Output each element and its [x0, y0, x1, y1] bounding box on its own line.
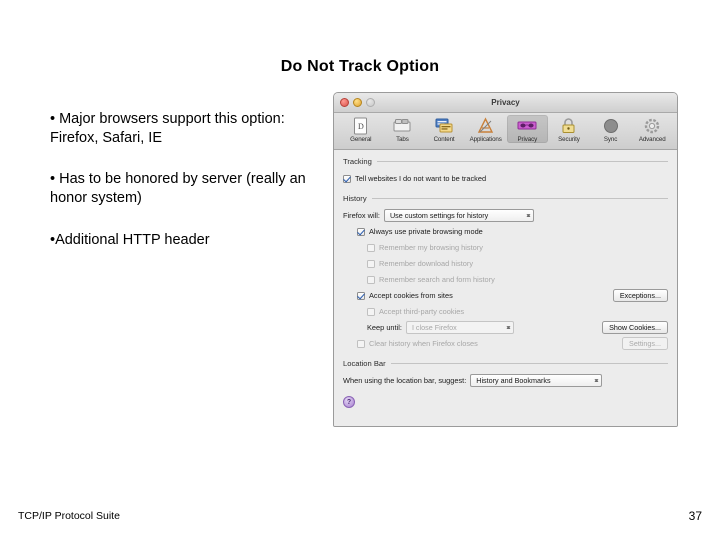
content-icon [423, 116, 465, 135]
toolbar-item-applications[interactable]: Applications [465, 115, 507, 143]
toolbar-item-sync[interactable]: Sync [590, 115, 632, 143]
toolbar-item-tabs[interactable]: Tabs [382, 115, 424, 143]
accept-cookies-row: Accept cookies from sites Exceptions... [357, 289, 668, 302]
toolbar-label: Tabs [396, 136, 409, 143]
toolbar-label: General [350, 136, 372, 143]
firefox-will-value: Use custom settings for history [389, 211, 489, 220]
bullet-list: • Major browsers support this option: Fi… [50, 110, 315, 272]
do-not-track-row[interactable]: Tell websites I do not want to be tracke… [343, 172, 668, 185]
remember-search-row: Remember search and form history [367, 273, 668, 286]
zoom-button[interactable] [366, 98, 375, 107]
toolbar-label: Content [433, 136, 455, 143]
always-private-label: Always use private browsing mode [369, 227, 483, 236]
list-item: •Additional HTTP header [50, 231, 210, 248]
suggest-row: When using the location bar, suggest: Hi… [343, 374, 668, 387]
sync-icon [590, 116, 632, 135]
tabs-icon [382, 116, 424, 135]
third-party-cookies-checkbox [367, 307, 375, 316]
show-cookies-button[interactable]: Show Cookies... [602, 321, 668, 334]
suggest-value: History and Bookmarks [476, 376, 551, 385]
history-group-title: History [343, 194, 668, 203]
toolbar-item-security[interactable]: Security [548, 115, 590, 143]
accept-cookies-label: Accept cookies from sites [369, 291, 453, 300]
toolbar-label: Advanced [638, 136, 666, 143]
toolbar-item-content[interactable]: Content [423, 115, 465, 143]
firefox-will-select[interactable]: Use custom settings for history ▲ ▼ [383, 209, 534, 222]
remember-browsing-checkbox [367, 243, 375, 252]
remember-search-checkbox [367, 275, 375, 284]
remember-downloads-checkbox [367, 259, 375, 268]
applications-icon [465, 116, 507, 135]
preferences-toolbar: D General Tabs Content Applications Priv… [334, 113, 677, 150]
firefox-preferences-window: Privacy D General Tabs Content Applicati… [333, 92, 678, 427]
toolbar-label: Applications [469, 136, 502, 143]
suggest-select[interactable]: History and Bookmarks ▲ ▼ [470, 374, 603, 387]
clear-history-row: Clear history when Firefox closes Settin… [357, 337, 668, 350]
toolbar-item-general[interactable]: D General [340, 115, 382, 143]
privacy-pane: Tracking Tell websites I do not want to … [334, 150, 677, 426]
toolbar-item-privacy[interactable]: Privacy [506, 115, 549, 143]
toolbar-item-advanced[interactable]: Advanced [631, 115, 673, 143]
list-item: • Major browsers support this option: Fi… [50, 111, 285, 147]
settings-button: Settings... [622, 337, 668, 350]
minimize-button[interactable] [353, 98, 362, 107]
svg-text:D: D [358, 122, 364, 131]
clear-history-checkbox [357, 339, 365, 348]
remember-browsing-label: Remember my browsing history [379, 243, 483, 252]
do-not-track-checkbox[interactable] [343, 174, 351, 183]
location-bar-group-title: Location Bar [343, 359, 668, 368]
toolbar-label: Security [558, 136, 580, 143]
firefox-will-row: Firefox will: Use custom settings for hi… [343, 209, 668, 222]
document-icon: D [340, 116, 382, 135]
keep-until-row: Keep until: I close Firefox ▲ ▼ Show Cook… [367, 321, 668, 334]
history-section: History Firefox will: Use custom setting… [343, 194, 668, 350]
remember-downloads-row: Remember download history [367, 257, 668, 270]
always-private-checkbox[interactable] [357, 227, 365, 236]
list-item: • Has to be honored by server (really an… [50, 171, 306, 207]
close-button[interactable] [340, 98, 349, 107]
help-button[interactable]: ? [343, 396, 355, 408]
keep-until-label: Keep until: [367, 323, 402, 332]
window-title: Privacy [491, 98, 520, 107]
page-number: 37 [688, 509, 702, 523]
padlock-icon [548, 116, 590, 135]
do-not-track-label: Tell websites I do not want to be tracke… [355, 174, 487, 183]
tracking-group-title: Tracking [343, 157, 668, 166]
exceptions-button[interactable]: Exceptions... [612, 289, 668, 302]
clear-history-label: Clear history when Firefox closes [369, 339, 478, 348]
keep-until-value: I close Firefox [411, 323, 457, 332]
page-title: Do Not Track Option [280, 58, 440, 75]
always-private-row[interactable]: Always use private browsing mode [357, 225, 668, 238]
toolbar-label: Privacy [517, 136, 538, 143]
keep-until-select: I close Firefox ▲ ▼ [405, 321, 514, 334]
tracking-section: Tracking Tell websites I do not want to … [343, 157, 668, 185]
window-titlebar: Privacy [334, 93, 677, 113]
toolbar-label: Sync [603, 136, 618, 143]
remember-downloads-label: Remember download history [379, 259, 474, 268]
remember-browsing-row: Remember my browsing history [367, 241, 668, 254]
location-bar-section: Location Bar When using the location bar… [343, 359, 668, 387]
suggest-label: When using the location bar, suggest: [343, 376, 467, 385]
window-controls [340, 98, 375, 107]
third-party-cookies-label: Accept third-party cookies [379, 307, 465, 316]
firefox-will-label: Firefox will: [343, 211, 380, 220]
remember-search-label: Remember search and form history [379, 275, 495, 284]
third-party-cookies-row: Accept third-party cookies [367, 305, 668, 318]
accept-cookies-checkbox[interactable] [357, 291, 365, 300]
mask-icon [507, 116, 549, 135]
gear-icon [631, 116, 673, 135]
footer-text: TCP/IP Protocol Suite [18, 510, 120, 522]
